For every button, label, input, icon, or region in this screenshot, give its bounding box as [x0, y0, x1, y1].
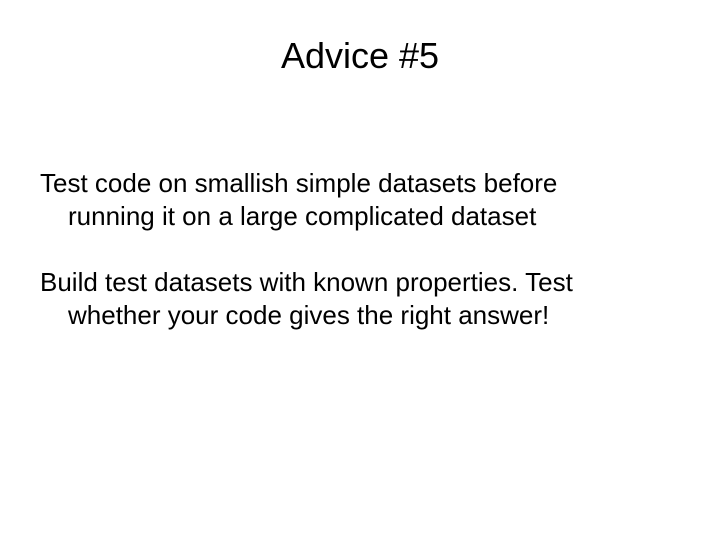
- slide-title: Advice #5: [40, 35, 680, 77]
- paragraph-line: running it on a large complicated datase…: [40, 200, 680, 233]
- paragraph-line: whether your code gives the right answer…: [40, 299, 680, 332]
- paragraph: Test code on smallish simple datasets be…: [40, 167, 680, 232]
- slide-body: Test code on smallish simple datasets be…: [40, 167, 680, 331]
- paragraph-line: Test code on smallish simple datasets be…: [40, 168, 557, 198]
- slide-container: Advice #5 Test code on smallish simple d…: [0, 0, 720, 540]
- paragraph: Build test datasets with known propertie…: [40, 266, 680, 331]
- paragraph-line: Build test datasets with known propertie…: [40, 267, 573, 297]
